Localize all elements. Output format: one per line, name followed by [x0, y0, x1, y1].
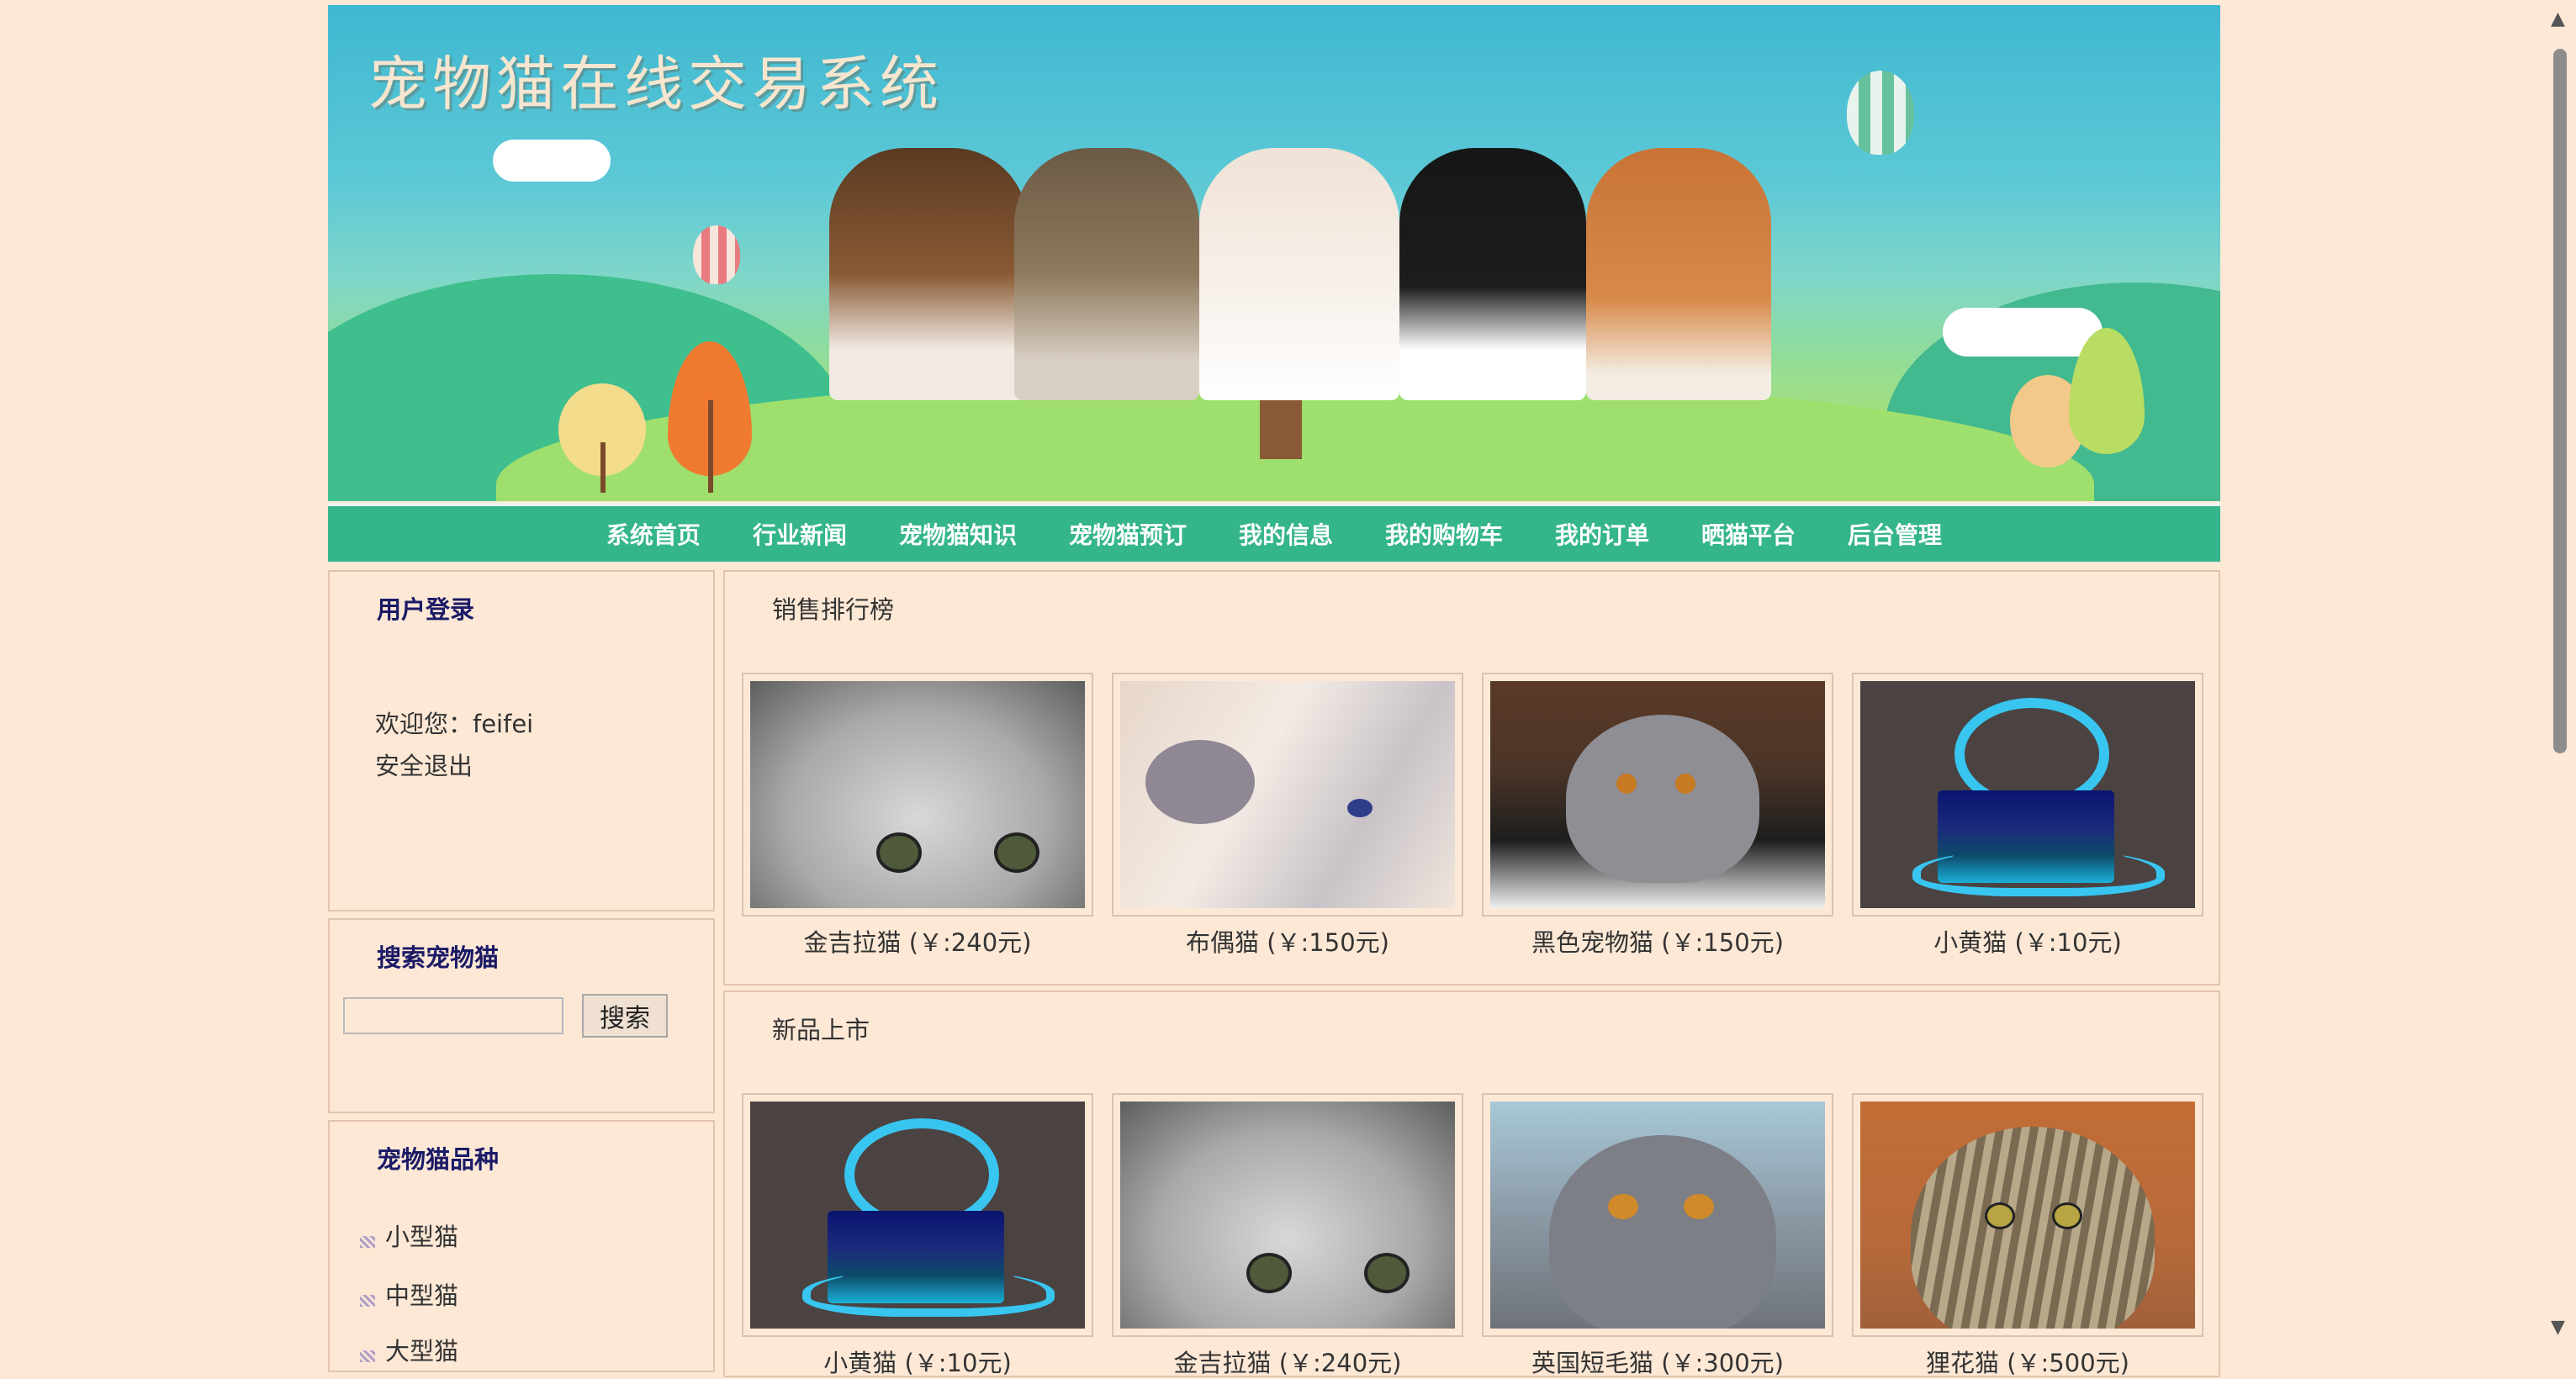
breeds-panel: 宠物猫品种 小型猫 中型猫 大型猫 — [328, 1120, 715, 1372]
product-caption[interactable]: 小黄猫 (￥:10元) — [1852, 923, 2203, 959]
vertical-scrollbar[interactable]: ▲ ▼ — [2542, 0, 2576, 1354]
product-image[interactable] — [1482, 1093, 1833, 1337]
product-image[interactable] — [1852, 673, 2203, 917]
cat-tabby-image — [1014, 148, 1199, 400]
logout-link[interactable]: 安全退出 — [375, 747, 473, 782]
nav-cart[interactable]: 我的购物车 — [1385, 517, 1503, 551]
product-caption[interactable]: 金吉拉猫 (￥:240元) — [742, 923, 1093, 959]
ranking-title: 销售排行榜 — [772, 595, 895, 624]
nav-knowledge[interactable]: 宠物猫知识 — [899, 517, 1017, 551]
user-placeholder-icon — [1860, 681, 2195, 908]
product-image[interactable] — [742, 673, 1093, 917]
search-panel: 搜索宠物猫 搜索 — [328, 918, 715, 1113]
bullet-icon — [360, 1350, 375, 1362]
balloon-icon — [1847, 71, 1914, 155]
login-panel: 用户登录 欢迎您：feifei 安全退出 — [328, 570, 715, 911]
product-image[interactable] — [1852, 1093, 2203, 1337]
breeds-title: 宠物猫品种 — [377, 1145, 500, 1174]
welcome-text: 欢迎您：feifei — [375, 710, 534, 738]
tree-trunk — [708, 400, 713, 493]
banner-post — [1260, 400, 1302, 459]
nav-home[interactable]: 系统首页 — [606, 517, 701, 551]
cat-calico-image — [829, 148, 1028, 400]
search-title: 搜索宠物猫 — [377, 943, 500, 972]
search-input[interactable] — [343, 997, 563, 1034]
bullet-icon — [360, 1295, 375, 1307]
product-caption[interactable]: 布偶猫 (￥:150元) — [1112, 923, 1463, 959]
product-caption[interactable]: 金吉拉猫 (￥:240元) — [1112, 1344, 1463, 1379]
login-title: 用户登录 — [377, 595, 475, 624]
nav-my-info[interactable]: 我的信息 — [1239, 517, 1333, 551]
product-image[interactable] — [1112, 1093, 1463, 1337]
nav-orders[interactable]: 我的订单 — [1555, 517, 1649, 551]
product-image[interactable] — [1482, 673, 1833, 917]
tree-trunk — [600, 442, 606, 493]
product-caption[interactable]: 狸花猫 (￥:500元) — [1852, 1344, 2203, 1379]
nav-news[interactable]: 行业新闻 — [753, 517, 847, 551]
new-arrivals-title: 新品上市 — [772, 1016, 870, 1044]
new-arrivals-panel: 新品上市 小黄猫 (￥:10元) 金吉拉猫 (￥:240元) 英国短毛猫 (￥: — [723, 991, 2220, 1377]
breed-large[interactable]: 大型猫 — [385, 1332, 458, 1367]
ranking-panel: 销售排行榜 金吉拉猫 (￥:240元) 布偶猫 (￥:150元) 黑色宠物猫 (… — [723, 570, 2220, 985]
search-button[interactable]: 搜索 — [582, 994, 668, 1038]
header-banner: 宠物猫在线交易系统 — [328, 5, 2220, 501]
product-caption[interactable]: 黑色宠物猫 (￥:150元) — [1482, 923, 1833, 959]
breed-medium[interactable]: 中型猫 — [385, 1276, 458, 1312]
bullet-icon — [360, 1236, 375, 1248]
cat-ginger-image — [1586, 148, 1771, 400]
main-nav: 系统首页 行业新闻 宠物猫知识 宠物猫预订 我的信息 我的购物车 我的订单 晒猫… — [328, 503, 2220, 562]
site-title: 宠物猫在线交易系统 — [368, 50, 944, 119]
product-caption[interactable]: 小黄猫 (￥:10元) — [742, 1344, 1093, 1379]
cat-black-white-image — [1399, 148, 1586, 400]
user-placeholder-icon — [750, 1102, 1085, 1329]
nav-admin[interactable]: 后台管理 — [1848, 517, 1942, 551]
cat-white-image — [1199, 148, 1399, 400]
breed-small[interactable]: 小型猫 — [385, 1218, 458, 1253]
cloud-icon — [1943, 308, 2103, 357]
product-image[interactable] — [742, 1093, 1093, 1337]
product-image[interactable] — [1112, 673, 1463, 917]
balloon-icon — [693, 225, 740, 284]
cloud-icon — [493, 140, 611, 182]
nav-share[interactable]: 晒猫平台 — [1701, 517, 1796, 551]
scroll-down-icon[interactable]: ▼ — [2551, 1317, 2565, 1338]
product-caption[interactable]: 英国短毛猫 (￥:300元) — [1482, 1344, 1833, 1379]
scroll-thumb[interactable] — [2553, 49, 2567, 753]
scroll-up-icon[interactable]: ▲ — [2551, 8, 2565, 29]
nav-booking[interactable]: 宠物猫预订 — [1069, 517, 1187, 551]
